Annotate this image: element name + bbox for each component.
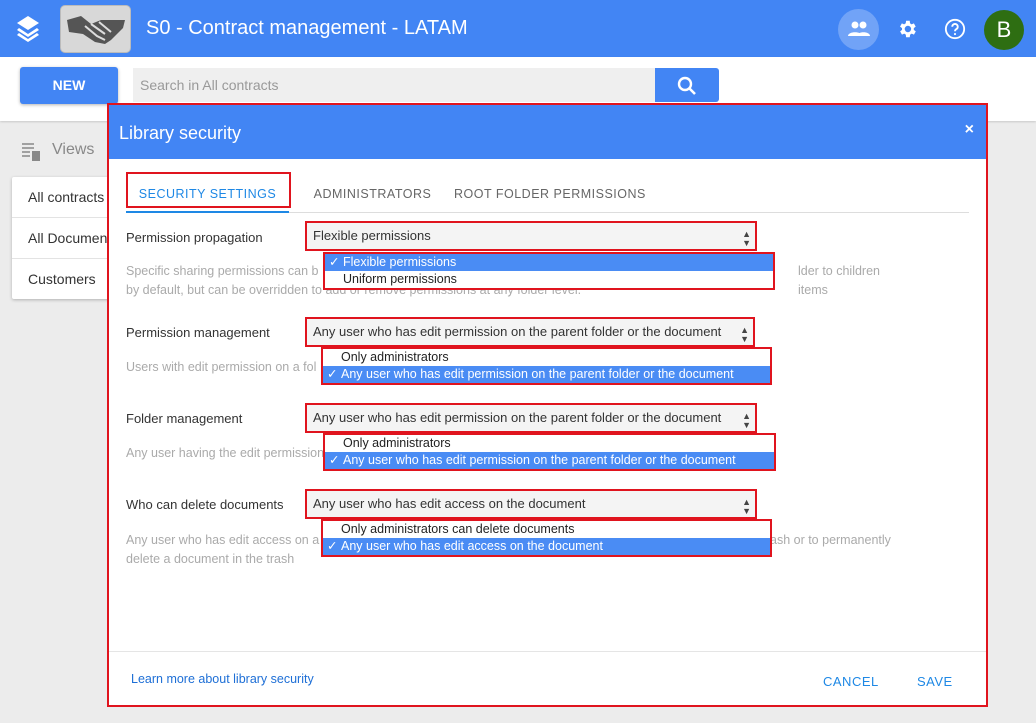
option-label: Flexible permissions [343, 255, 457, 269]
top-app-bar: S0 - Contract management - LATAM B [0, 0, 1036, 57]
select-arrows-icon: ▲ ▼ [742, 497, 751, 516]
gear-icon[interactable] [896, 18, 918, 40]
views-nav: All contracts All Documents Customers [12, 177, 112, 299]
search-icon [677, 76, 696, 95]
help-icon[interactable] [944, 18, 966, 40]
folder-management-label: Folder management [126, 411, 243, 426]
folder-management-select[interactable]: Any user who has edit permission on the … [305, 403, 757, 433]
option-any-user-edit-permission[interactable]: ✓ Any user who has edit permission on the… [323, 366, 770, 383]
option-only-administrators[interactable]: Only administrators [323, 349, 770, 366]
user-avatar[interactable]: B [984, 10, 1024, 50]
delete-documents-select[interactable]: Any user who has edit access on the docu… [305, 489, 757, 519]
app-title: S0 - Contract management - LATAM [146, 17, 468, 39]
nav-item-all-contracts[interactable]: All contracts [12, 177, 112, 218]
permission-management-label: Permission management [126, 325, 270, 340]
folder-management-options: Only administrators ✓ Any user who has ed… [323, 433, 776, 471]
option-any-user-edit-access[interactable]: ✓ Any user who has edit access on the doc… [323, 538, 770, 555]
people-icon [848, 21, 870, 36]
save-button[interactable]: SAVE [917, 674, 953, 689]
option-label: Any user who has edit access on the docu… [341, 539, 603, 553]
desc-text-line2: delete a document in the trash [126, 552, 295, 566]
select-arrows-icon: ▲ ▼ [742, 229, 751, 248]
nav-item-customers[interactable]: Customers [12, 259, 112, 299]
cancel-button[interactable]: CANCEL [823, 674, 879, 689]
nav-item-all-documents[interactable]: All Documents [12, 218, 112, 259]
close-icon[interactable]: × [965, 121, 974, 139]
select-value: Any user who has edit permission on the … [313, 324, 722, 339]
desc-text-left: Specific sharing permissions can b [126, 264, 319, 278]
learn-more-link[interactable]: Learn more about library security [131, 672, 314, 686]
handshake-icon [67, 16, 125, 44]
layers-icon[interactable] [14, 14, 42, 44]
select-arrows-icon: ▲ ▼ [740, 325, 749, 344]
permission-propagation-label: Permission propagation [126, 230, 263, 245]
desc-text-left: Any user who has edit access on a [126, 533, 320, 547]
search-input[interactable]: Search in All contracts [133, 68, 655, 102]
select-arrows-icon: ▲ ▼ [742, 411, 751, 430]
select-value: Flexible permissions [313, 228, 431, 243]
select-value: Any user who has edit permission on the … [313, 410, 722, 425]
permission-propagation-options: ✓ Flexible permissions Uniform permission… [323, 252, 775, 290]
option-only-administrators-delete[interactable]: Only administrators can delete documents [323, 521, 770, 538]
option-label: Only administrators [341, 350, 449, 364]
dialog-header: Library security × [109, 105, 986, 159]
handshake-logo [60, 5, 131, 53]
tab-administrators[interactable]: ADMINISTRATORS [309, 171, 436, 213]
dialog-footer: Learn more about library security CANCEL… [109, 651, 986, 705]
search-button[interactable] [655, 68, 719, 102]
library-security-dialog: Library security × SECURITY SETTINGS ADM… [107, 103, 988, 707]
option-uniform-permissions[interactable]: Uniform permissions [325, 271, 773, 288]
check-icon: ✓ [329, 453, 340, 467]
tab-highlight-box [126, 172, 291, 208]
delete-documents-options: Only administrators can delete documents… [321, 519, 772, 557]
option-label: Only administrators [343, 436, 451, 450]
desc-text-right: ash or to permanently [770, 533, 891, 547]
views-label: Views [52, 141, 95, 158]
check-icon: ✓ [327, 367, 338, 381]
desc-text-right: lder to children items [798, 264, 880, 297]
dialog-title: Library security [119, 123, 242, 143]
check-icon: ✓ [327, 539, 338, 553]
option-label: Any user who has edit permission on the … [341, 367, 734, 381]
views-list-icon [22, 143, 40, 161]
option-flexible-permissions[interactable]: ✓ Flexible permissions [325, 254, 773, 271]
permission-management-select[interactable]: Any user who has edit permission on the … [305, 317, 755, 347]
permission-propagation-select[interactable]: Flexible permissions ▲ ▼ [305, 221, 757, 251]
option-only-administrators[interactable]: Only administrators [325, 435, 774, 452]
new-button[interactable]: NEW [20, 67, 118, 104]
people-button[interactable] [838, 9, 879, 50]
permission-management-options: Only administrators ✓ Any user who has ed… [321, 347, 772, 385]
delete-documents-label: Who can delete documents [126, 497, 284, 512]
option-label: Uniform permissions [343, 272, 457, 286]
views-header: Views [20, 140, 94, 167]
tab-root-folder-permissions[interactable]: ROOT FOLDER PERMISSIONS [454, 171, 646, 213]
option-any-user-edit-permission[interactable]: ✓ Any user who has edit permission on the… [325, 452, 774, 469]
check-icon: ✓ [329, 255, 340, 269]
option-label: Any user who has edit permission on the … [343, 453, 736, 467]
option-label: Only administrators can delete documents [341, 522, 575, 536]
select-value: Any user who has edit access on the docu… [313, 496, 586, 511]
